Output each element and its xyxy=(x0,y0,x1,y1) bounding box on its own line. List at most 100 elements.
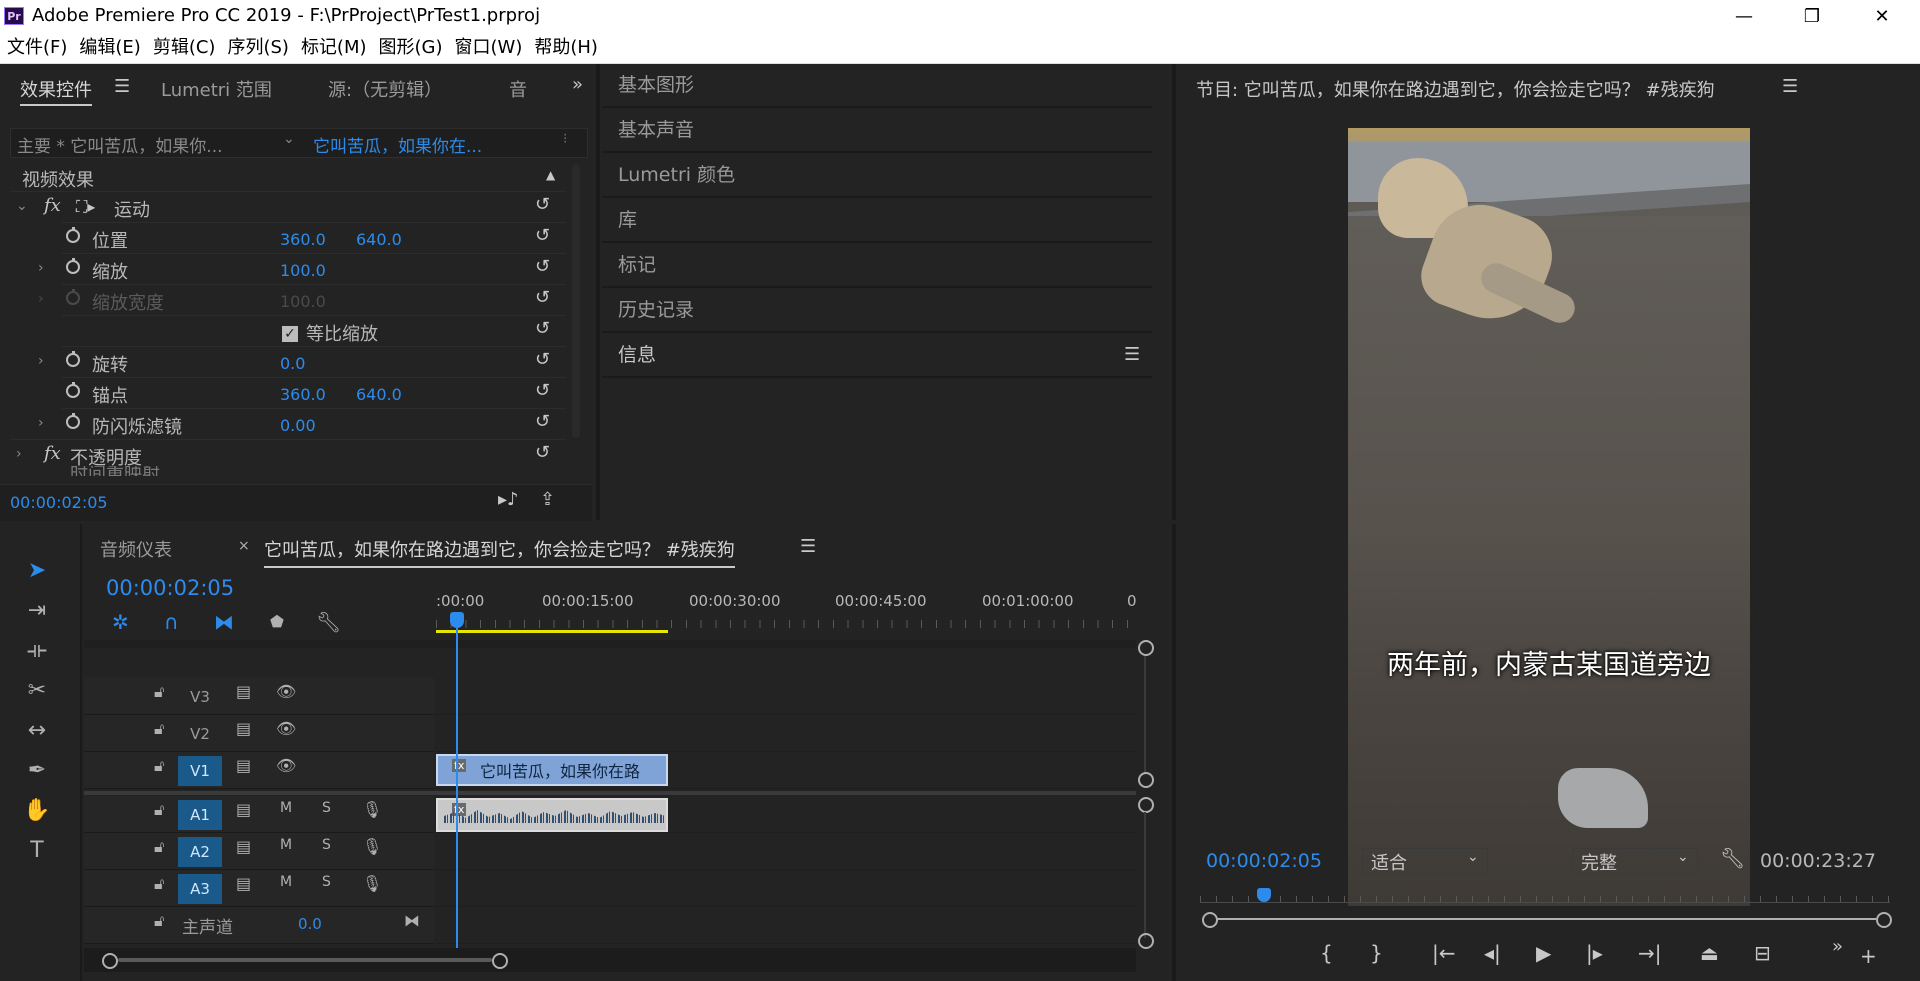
chevron-right-icon[interactable]: › xyxy=(38,353,44,369)
master-expand-icon[interactable]: ⧓ xyxy=(404,911,420,930)
panel-history[interactable]: 历史记录 xyxy=(602,289,1152,333)
timeline-timecode[interactable]: 00:00:02:05 xyxy=(106,576,234,600)
track-name-a3[interactable]: A3 xyxy=(178,874,222,904)
microphone-icon[interactable]: 🎙︎ xyxy=(362,800,382,819)
close-tab-icon[interactable]: × xyxy=(238,538,250,554)
menu-edit[interactable]: 编辑(E) xyxy=(72,33,145,63)
effect-timecode[interactable]: 00:00:02:05 xyxy=(10,493,108,512)
stopwatch-icon[interactable] xyxy=(66,258,80,274)
step-back-icon[interactable]: ◂| xyxy=(1484,941,1501,965)
monitor-playhead[interactable] xyxy=(1257,888,1271,902)
lock-icon[interactable]: 🔓︎ xyxy=(154,682,164,702)
reset-icon[interactable]: ↺ xyxy=(535,194,550,215)
panel-menu-icon[interactable]: ☰ xyxy=(1124,344,1140,365)
eye-icon[interactable]: 👁︎ xyxy=(276,719,296,738)
mute-button[interactable]: M xyxy=(280,874,292,890)
sync-lock-icon[interactable]: ▤ xyxy=(236,800,251,819)
linked-selection-icon[interactable]: ⧓ xyxy=(214,610,234,634)
lock-icon[interactable]: 🔓︎ xyxy=(154,911,164,931)
reset-icon[interactable]: ↺ xyxy=(535,411,550,432)
add-marker-icon[interactable]: ⬟ xyxy=(270,612,284,631)
menu-sequence[interactable]: 序列(S) xyxy=(220,33,293,63)
track-select-tool-icon[interactable]: ⇥ xyxy=(18,594,56,628)
panel-info[interactable]: 信息 xyxy=(602,334,1152,378)
solo-button[interactable]: S xyxy=(322,837,331,853)
sync-lock-icon[interactable]: ▤ xyxy=(236,682,251,701)
extract-icon[interactable]: ⊟ xyxy=(1754,941,1771,965)
video-vscroll[interactable] xyxy=(1144,656,1146,774)
lock-icon[interactable]: 🔓︎ xyxy=(154,756,164,776)
collapse-up-icon[interactable]: ▲ xyxy=(546,168,555,182)
fx-icon[interactable]: fx xyxy=(44,195,61,216)
menu-help[interactable]: 帮助(H) xyxy=(527,33,603,63)
hscroll-handle-right[interactable] xyxy=(492,953,508,969)
uniform-scale-checkbox[interactable]: ✓ xyxy=(282,326,298,342)
panel-menu-icon[interactable]: ☰ xyxy=(1782,76,1798,97)
zoom-bar[interactable] xyxy=(1216,918,1876,920)
lock-icon[interactable]: 🔓︎ xyxy=(154,837,164,857)
track-lane-v3[interactable] xyxy=(436,678,1136,715)
stopwatch-icon[interactable] xyxy=(66,227,80,243)
reset-icon[interactable]: ↺ xyxy=(535,349,550,370)
eye-icon[interactable]: 👁︎ xyxy=(276,682,296,701)
chevron-right-icon[interactable]: › xyxy=(38,260,44,276)
transform-icon[interactable]: ⛶▸ xyxy=(76,197,95,217)
monitor-time-ruler[interactable] xyxy=(1200,886,1890,916)
menu-graphics[interactable]: 图形(G) xyxy=(372,33,448,63)
menu-clip[interactable]: 剪辑(C) xyxy=(146,33,221,63)
work-area-bar[interactable] xyxy=(436,630,668,633)
master-volume-value[interactable]: 0.0 xyxy=(298,915,322,933)
panel-lumetri-color[interactable]: Lumetri 颜色 xyxy=(602,154,1152,198)
track-lane-a3[interactable] xyxy=(436,870,1136,907)
pen-tool-icon[interactable]: ✒ xyxy=(18,754,56,788)
master-clip-label[interactable]: 主要 * 它叫苦瓜，如果你... xyxy=(17,132,223,157)
lock-icon[interactable]: 🔓︎ xyxy=(154,800,164,820)
go-to-out-icon[interactable]: →| xyxy=(1638,941,1662,965)
mark-out-icon[interactable]: } xyxy=(1370,941,1383,965)
panel-menu-icon[interactable]: ☰ xyxy=(800,536,816,557)
type-tool-icon[interactable]: T xyxy=(18,834,56,868)
hand-tool-icon[interactable]: ✋ xyxy=(18,794,56,828)
slip-tool-icon[interactable]: ↔ xyxy=(18,714,56,748)
solo-button[interactable]: S xyxy=(322,874,331,890)
stopwatch-icon[interactable] xyxy=(66,351,80,367)
ripple-edit-tool-icon[interactable]: ⟛ xyxy=(18,634,56,668)
audio-clip[interactable]: fx xyxy=(436,798,668,832)
lock-icon[interactable]: 🔓︎ xyxy=(154,719,164,739)
reset-icon[interactable]: ↺ xyxy=(535,287,550,308)
solo-button[interactable]: S xyxy=(322,800,331,816)
stopwatch-icon[interactable] xyxy=(66,382,80,398)
panel-menu-icon[interactable]: ☰ xyxy=(114,76,130,97)
step-forward-icon[interactable]: |▸ xyxy=(1586,941,1603,965)
menu-window[interactable]: 窗口(W) xyxy=(448,33,528,63)
selection-tool-icon[interactable]: ➤ xyxy=(18,554,56,588)
reset-icon[interactable]: ↺ xyxy=(535,318,550,339)
panel-essential-graphics[interactable]: 基本图形 xyxy=(602,64,1152,108)
sync-lock-icon[interactable]: ▤ xyxy=(236,874,251,893)
track-name-v3[interactable]: V3 xyxy=(178,682,222,712)
zoom-dropdown[interactable]: 适合 ⌄ xyxy=(1362,848,1488,874)
eye-icon[interactable]: 👁︎ xyxy=(276,756,296,775)
video-audio-divider[interactable] xyxy=(84,791,1136,795)
track-lane-v2[interactable] xyxy=(436,715,1136,752)
settings-wrench-icon[interactable]: 🔧︎ xyxy=(1720,846,1745,870)
antiflicker-value[interactable]: 0.00 xyxy=(280,416,316,435)
reset-icon[interactable]: ↺ xyxy=(535,225,550,246)
scale-value[interactable]: 100.0 xyxy=(280,261,326,280)
panel-libraries[interactable]: 库 xyxy=(602,199,1152,243)
menu-file[interactable]: 文件(F) xyxy=(0,33,72,63)
export-frame-icon[interactable]: ⇪ xyxy=(540,489,555,510)
add-button-icon[interactable]: + xyxy=(1860,944,1877,968)
position-y-value[interactable]: 640.0 xyxy=(356,230,402,249)
chevron-right-icon[interactable]: › xyxy=(16,446,22,462)
tab-effect-controls[interactable]: 效果控件 xyxy=(20,76,92,106)
more-controls-icon[interactable]: » xyxy=(1832,936,1843,957)
program-monitor-title[interactable]: 节目: 它叫苦瓜，如果你在路边遇到它，你会捡走它吗？ #残疾狗 xyxy=(1196,76,1715,102)
sync-lock-icon[interactable]: ▤ xyxy=(236,756,251,775)
close-button[interactable]: ✕ xyxy=(1852,0,1912,33)
reset-icon[interactable]: ↺ xyxy=(535,380,550,401)
timeline-playhead-line[interactable] xyxy=(456,628,458,948)
lift-icon[interactable]: ⏏ xyxy=(1700,941,1719,965)
panel-essential-sound[interactable]: 基本声音 xyxy=(602,109,1152,153)
mute-button[interactable]: M xyxy=(280,837,292,853)
